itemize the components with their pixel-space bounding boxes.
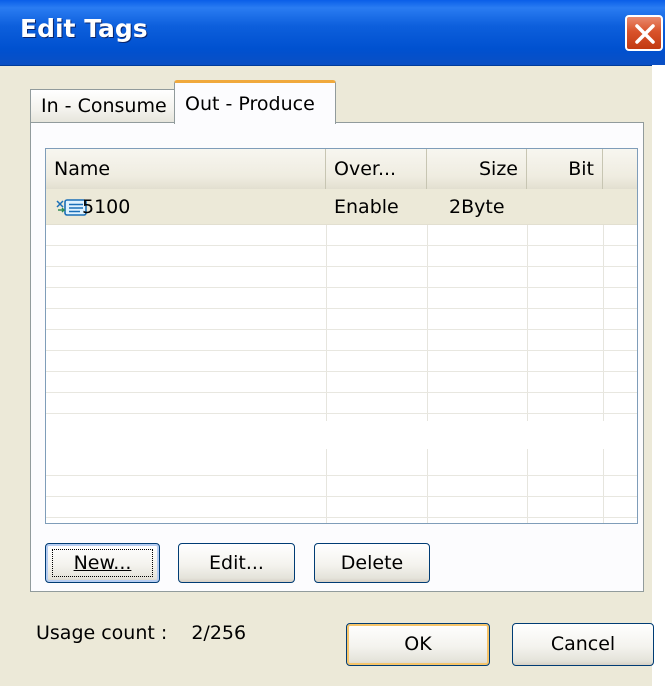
empty-row (46, 246, 637, 267)
empty-row (46, 455, 637, 476)
column-header-name[interactable]: Name (46, 149, 326, 189)
empty-row (46, 225, 637, 246)
column-header-size[interactable]: Size (427, 149, 527, 189)
close-icon (635, 24, 655, 44)
empty-row (46, 288, 637, 309)
edit-tags-dialog: Edit Tags In - Consume Out - Produce Nam… (0, 0, 665, 686)
list-header: Name Over... Size Bit (46, 149, 637, 190)
column-header-over[interactable]: Over... (326, 149, 427, 189)
usage-count: Usage count : 2/256 (36, 622, 246, 644)
empty-row (46, 372, 637, 393)
edit-button[interactable]: Edit... (178, 543, 295, 583)
usage-count-label: Usage count : (36, 622, 168, 644)
cancel-button[interactable]: Cancel (512, 623, 654, 666)
tab-label: Out - Produce (185, 93, 315, 115)
empty-row (46, 309, 637, 330)
usage-count-value: 2/256 (191, 622, 247, 644)
tags-list[interactable]: Name Over... Size Bit 5100 Enable 2Byte (45, 148, 638, 524)
empty-row (46, 330, 637, 351)
close-button[interactable] (625, 15, 663, 51)
list-body: 5100 Enable 2Byte (46, 189, 637, 523)
tab-label: In - Consume (41, 95, 167, 117)
empty-row (46, 497, 637, 518)
empty-row (46, 351, 637, 372)
cell-bit (527, 189, 603, 225)
cell-size: 2Byte (449, 196, 505, 218)
window-edge (652, 65, 665, 686)
title-bar[interactable]: Edit Tags (0, 0, 665, 66)
table-row[interactable]: 5100 Enable 2Byte (46, 189, 637, 225)
empty-row (46, 267, 637, 288)
column-header-bit[interactable]: Bit (527, 149, 603, 189)
focus-rectangle (52, 549, 153, 577)
delete-button[interactable]: Delete (314, 543, 430, 583)
tab-in-consume[interactable]: In - Consume (30, 89, 176, 122)
window-title: Edit Tags (20, 14, 148, 43)
ok-button[interactable]: OK (346, 623, 490, 666)
empty-row (46, 476, 637, 497)
cell-over: Enable (334, 196, 399, 218)
new-button[interactable]: New... (45, 543, 160, 583)
seam-band (46, 421, 637, 449)
empty-row (46, 393, 637, 414)
cell-name: 5100 (82, 196, 131, 218)
tab-out-produce[interactable]: Out - Produce (174, 80, 336, 124)
